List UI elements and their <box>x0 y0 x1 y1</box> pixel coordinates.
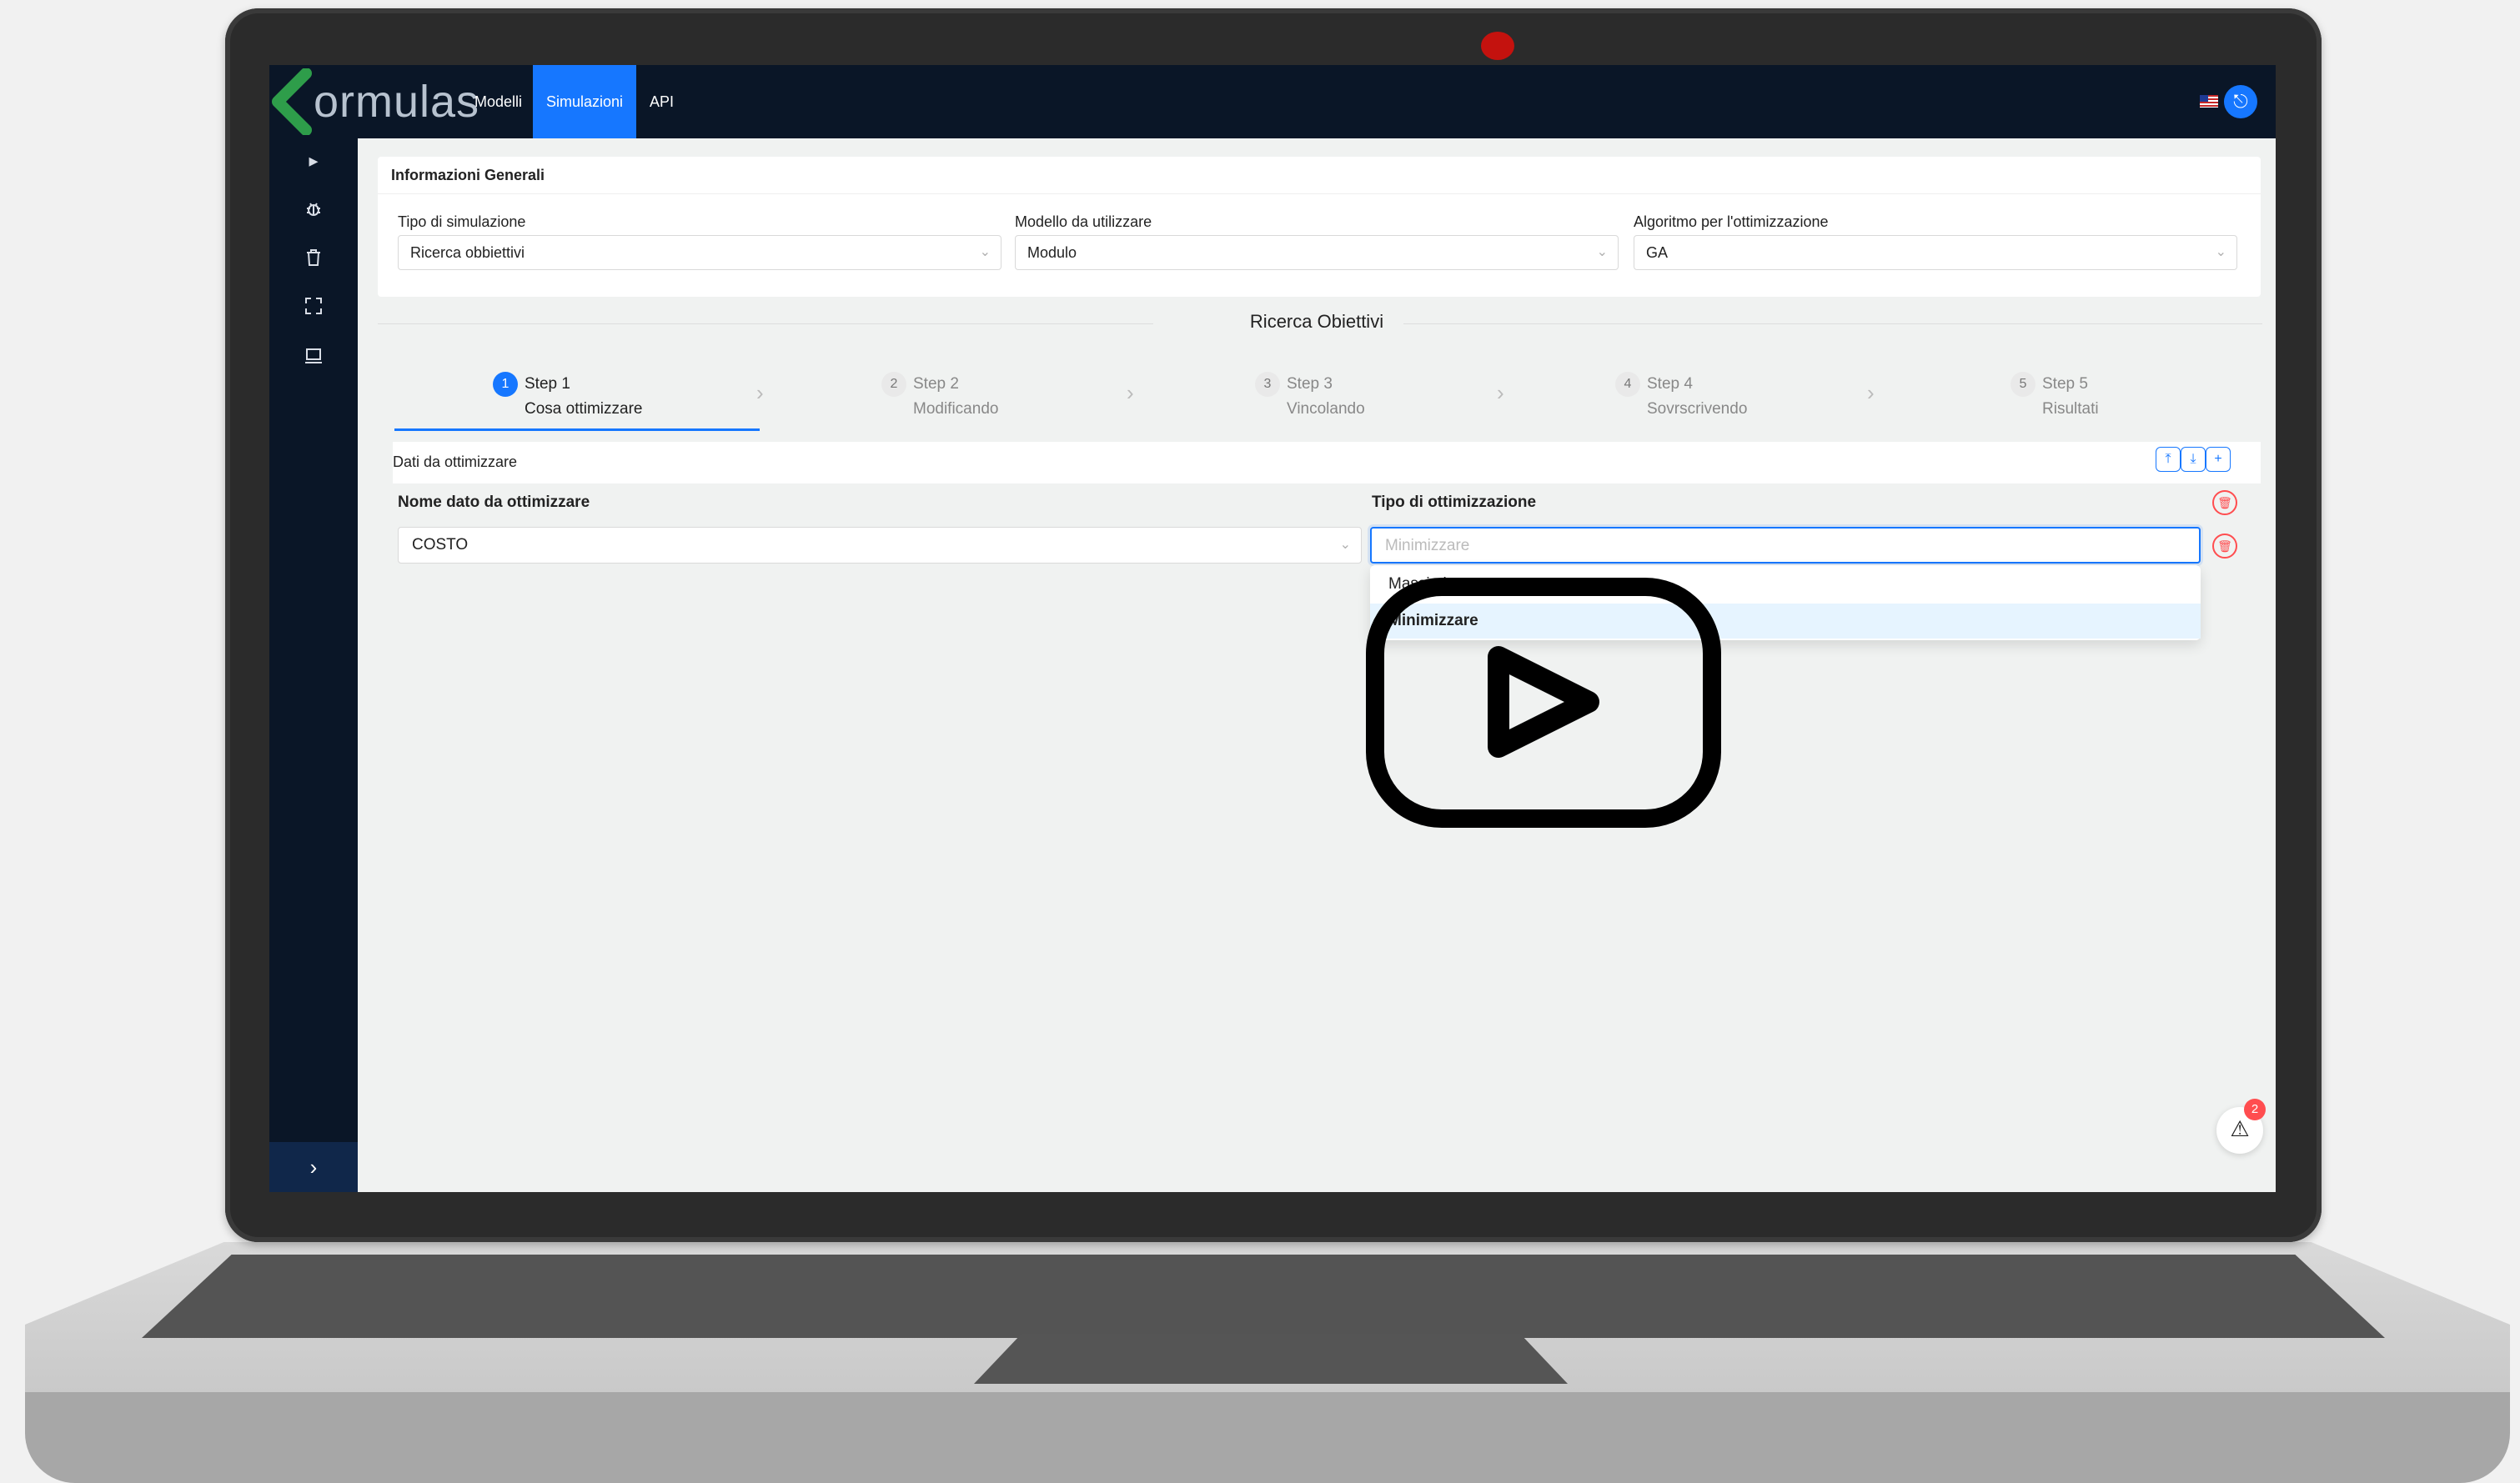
simulation-type-value: Ricerca obbiettivi <box>410 244 525 261</box>
optimization-type-placeholder: Minimizzare <box>1385 537 1470 554</box>
upload-icon[interactable]: ⤒ <box>2156 447 2181 472</box>
step-title: Step 5 <box>2042 375 2088 393</box>
card-title: Informazioni Generali <box>391 167 545 183</box>
chevron-down-icon: ⌄ <box>1339 538 1351 552</box>
step-title: Step 2 <box>913 375 959 393</box>
play-video-icon[interactable] <box>1365 577 1722 829</box>
column-type-header: Tipo di ottimizzazione <box>1372 493 1537 511</box>
laptop-keyboard-deck <box>142 1255 2385 1338</box>
algorithm-label: Algoritmo per l'ottimizzazione <box>1634 213 1829 230</box>
algorithm-value: GA <box>1646 244 1669 261</box>
trash-icon[interactable] <box>301 245 326 270</box>
simulation-type-select[interactable]: Ricerca obbiettivi ⌄ <box>398 235 1001 270</box>
model-value: Modulo <box>1027 244 1077 261</box>
app-screen: ormulas Modelli Simulazioni API ⎋ ▸ › In… <box>269 65 2276 1192</box>
simulation-type-label: Tipo di simulazione <box>398 213 526 230</box>
logo-text: ormulas <box>314 77 480 127</box>
top-navbar: ormulas Modelli Simulazioni API ⎋ <box>269 65 2276 138</box>
step-title: Step 4 <box>1647 375 1693 393</box>
sidebar-expand-button[interactable]: › <box>269 1142 358 1192</box>
active-step-indicator <box>394 428 760 431</box>
laptop-icon[interactable] <box>301 343 326 368</box>
us-flag-icon[interactable] <box>2200 95 2218 108</box>
delete-all-icon[interactable]: 🗑 <box>2212 490 2237 515</box>
step-number: 2 <box>881 372 906 397</box>
step-subtitle: Sovrscrivendo <box>1647 400 1748 418</box>
general-info-card: Informazioni Generali Tipo di simulazion… <box>378 157 2261 297</box>
step-title: Step 1 <box>525 375 570 393</box>
algorithm-select[interactable]: GA ⌄ <box>1634 235 2237 270</box>
chevron-right-icon: › <box>1497 380 1504 405</box>
section-title: Ricerca Obiettivi <box>1249 311 1384 332</box>
add-icon[interactable]: + <box>2206 447 2231 472</box>
model-label: Modello da utilizzare <box>1015 213 1152 230</box>
data-panel-header <box>393 442 2261 483</box>
divider <box>378 193 2261 194</box>
alert-count-badge: 2 <box>2244 1099 2266 1120</box>
chevron-right-icon: › <box>1867 380 1875 405</box>
logout-icon[interactable]: ⎋ <box>2224 85 2257 118</box>
sidebar: ▸ › <box>269 138 358 1192</box>
step-subtitle: Risultati <box>2042 400 2099 418</box>
chevron-down-icon: ⌄ <box>2215 245 2226 259</box>
step-title: Step 3 <box>1287 375 1333 393</box>
download-icon[interactable]: ⤓ <box>2181 447 2206 472</box>
chevron-right-icon: › <box>1127 380 1134 405</box>
step-subtitle: Modificando <box>913 400 999 418</box>
step-number: 5 <box>2010 372 2036 397</box>
laptop-trackpad <box>974 1334 1568 1384</box>
data-panel-title: Dati da ottimizzare <box>393 453 518 470</box>
model-select[interactable]: Modulo ⌄ <box>1015 235 1619 270</box>
nav-modelli[interactable]: Modelli <box>466 65 530 138</box>
optimization-type-input[interactable]: Minimizzare <box>1370 527 2201 564</box>
data-name-select[interactable]: COSTO ⌄ <box>398 527 1362 564</box>
nav-api[interactable]: API <box>641 65 682 138</box>
delete-row-icon[interactable]: 🗑 <box>2212 534 2237 559</box>
step-subtitle: Vincolando <box>1287 400 1365 418</box>
step-number: 1 <box>493 372 518 397</box>
step-subtitle: Cosa ottimizzare <box>525 400 643 418</box>
chevron-down-icon: ⌄ <box>979 245 991 259</box>
app-logo[interactable]: ormulas <box>269 65 479 138</box>
logo-mark-icon <box>272 68 312 135</box>
camera-dot <box>1481 32 1514 60</box>
laptop-base-bottom <box>25 1392 2510 1483</box>
step-number: 4 <box>1615 372 1640 397</box>
caret-right-icon[interactable]: ▸ <box>301 148 326 173</box>
column-name-header: Nome dato da ottimizzare <box>398 493 590 511</box>
data-name-value: COSTO <box>412 536 469 554</box>
bug-icon[interactable] <box>301 197 326 222</box>
step-number: 3 <box>1255 372 1280 397</box>
nav-simulazioni[interactable]: Simulazioni <box>533 65 636 138</box>
chevron-down-icon: ⌄ <box>1596 245 1608 259</box>
chevron-right-icon: › <box>756 380 764 405</box>
